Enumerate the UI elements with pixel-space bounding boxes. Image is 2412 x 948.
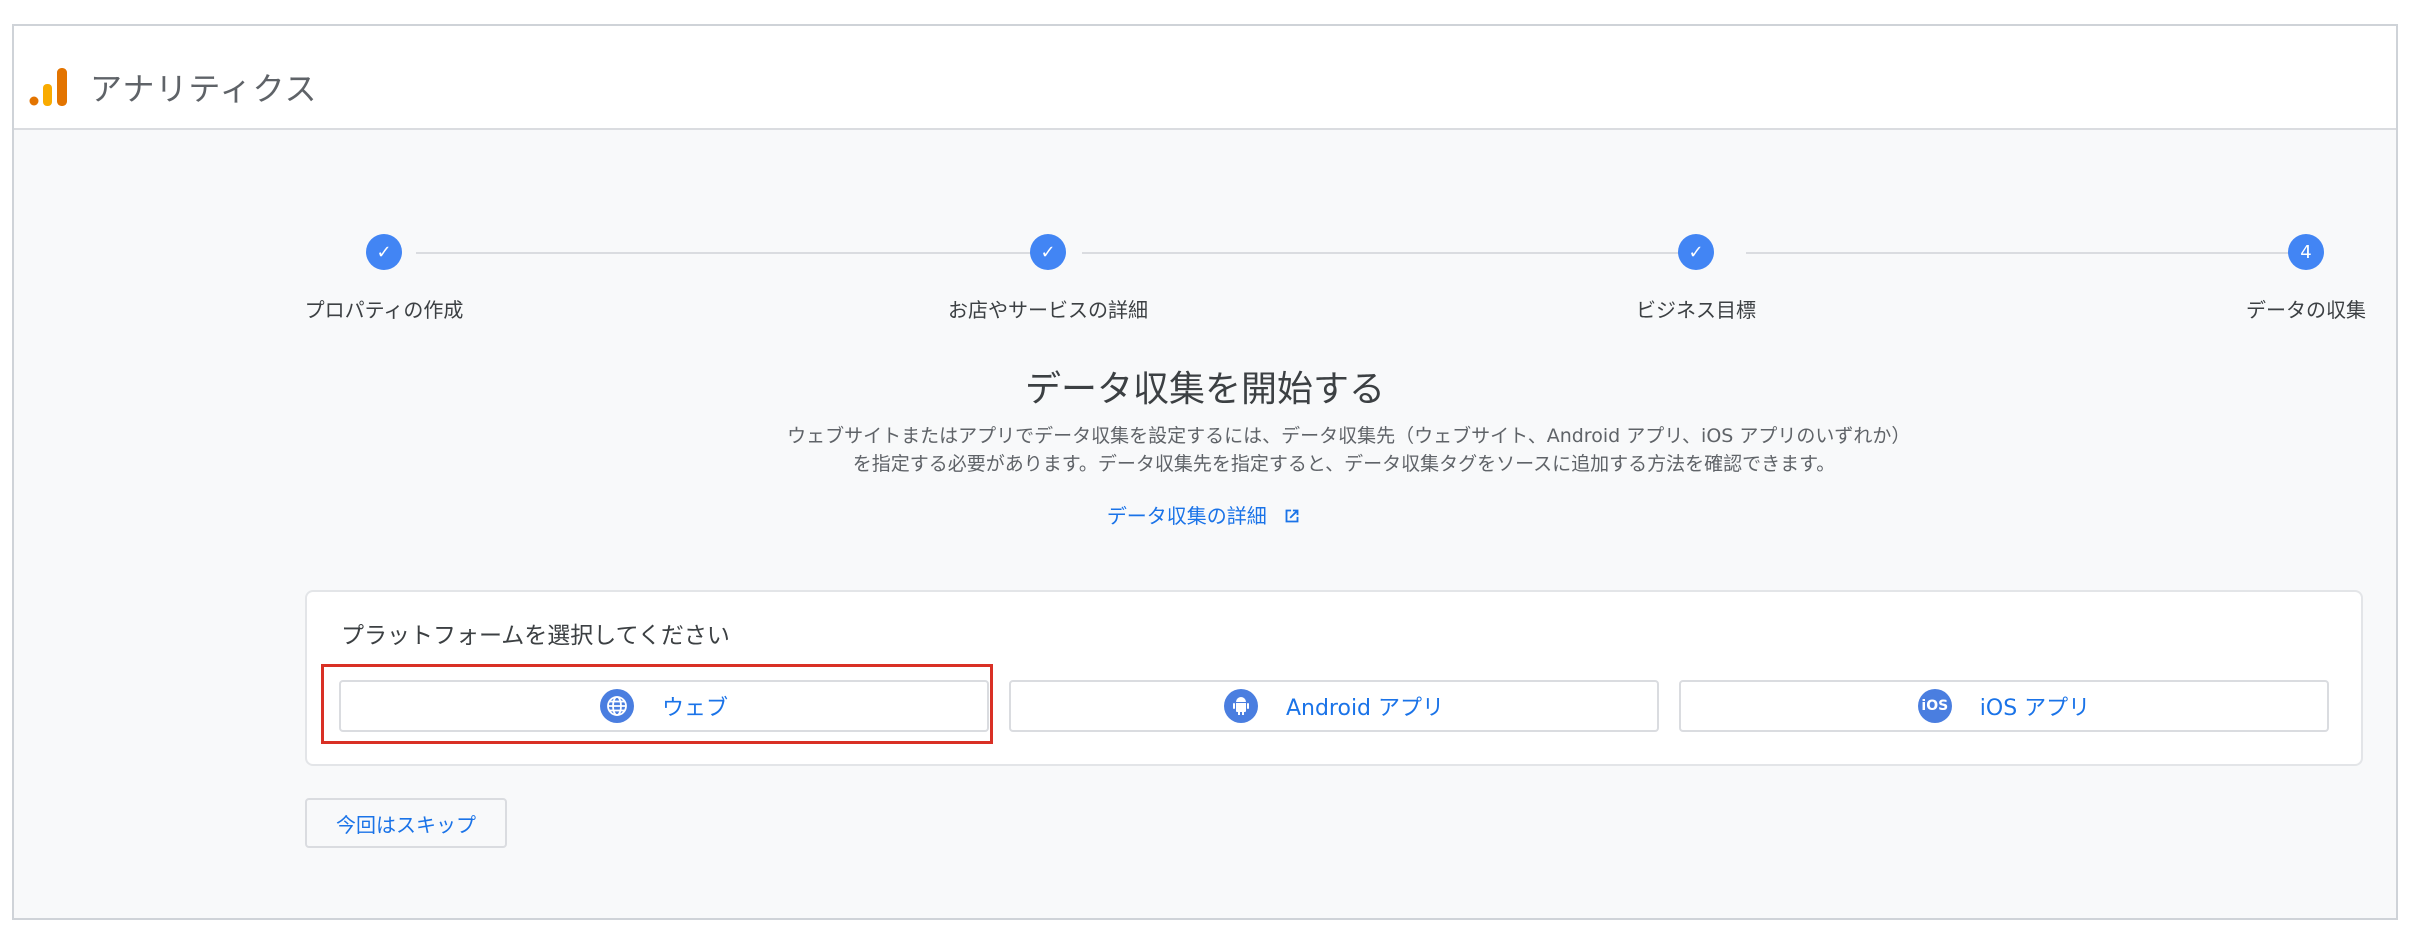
progress-stepper: ✓ プロパティの作成 ✓ お店やサービスの詳細 ✓ ビジネス目標 4 データの収… — [14, 130, 2396, 330]
android-platform-button[interactable]: Android アプリ — [1009, 680, 1659, 732]
step-3-check-icon: ✓ — [1678, 234, 1714, 270]
platform-card-title: プラットフォームを選択してください — [341, 623, 730, 649]
step-4-label: データの収集 — [2246, 298, 2366, 322]
platform-selection-card: プラットフォームを選択してください ウェブ Android アプリ iOS iO… — [305, 590, 2363, 766]
step-3-label: ビジネス目標 — [1636, 298, 1756, 322]
step-4-number: 4 — [2288, 234, 2324, 270]
step-1-label: プロパティの作成 — [304, 298, 464, 322]
globe-icon — [599, 689, 634, 723]
description-text: ウェブサイトまたはアプリでデータ収集を設定するには、データ収集先（ウェブサイト、… — [787, 425, 1901, 475]
step-1-check-icon: ✓ — [366, 234, 402, 270]
stepper-connector — [1746, 252, 2306, 254]
step-2-label: お店やサービスの詳細 — [948, 298, 1148, 322]
ios-platform-button[interactable]: iOS iOS アプリ — [1679, 680, 2329, 732]
ios-icon: iOS — [1917, 689, 1952, 723]
analytics-logo-icon — [29, 68, 67, 106]
web-platform-label: ウェブ — [661, 696, 728, 721]
skip-button[interactable]: 今回はスキップ — [305, 798, 507, 848]
page-title: データ収集を開始する — [1024, 369, 1385, 410]
ios-platform-label: iOS アプリ — [1979, 696, 2091, 721]
stepper-connector — [1082, 252, 1710, 254]
app-title: アナリティクス — [90, 70, 318, 108]
learn-more-label[interactable]: データ収集の詳細 — [1107, 504, 1267, 528]
android-icon — [1223, 689, 1258, 723]
app-bar: アナリティクス — [14, 26, 2396, 130]
stepper-connector — [416, 252, 1046, 254]
step-2-check-icon: ✓ — [1030, 234, 1066, 270]
setup-content: ✓ プロパティの作成 ✓ お店やサービスの詳細 ✓ ビジネス目標 4 データの収… — [14, 130, 2396, 918]
learn-more-link[interactable]: データ収集の詳細 — [14, 500, 2396, 529]
open-in-new-icon[interactable] — [1281, 505, 1303, 527]
web-platform-button[interactable]: ウェブ — [339, 680, 989, 732]
android-platform-label: Android アプリ — [1285, 696, 1445, 721]
analytics-window: アナリティクス ✓ プロパティの作成 ✓ お店やサービスの詳細 ✓ ビジネス目標… — [12, 24, 2398, 920]
